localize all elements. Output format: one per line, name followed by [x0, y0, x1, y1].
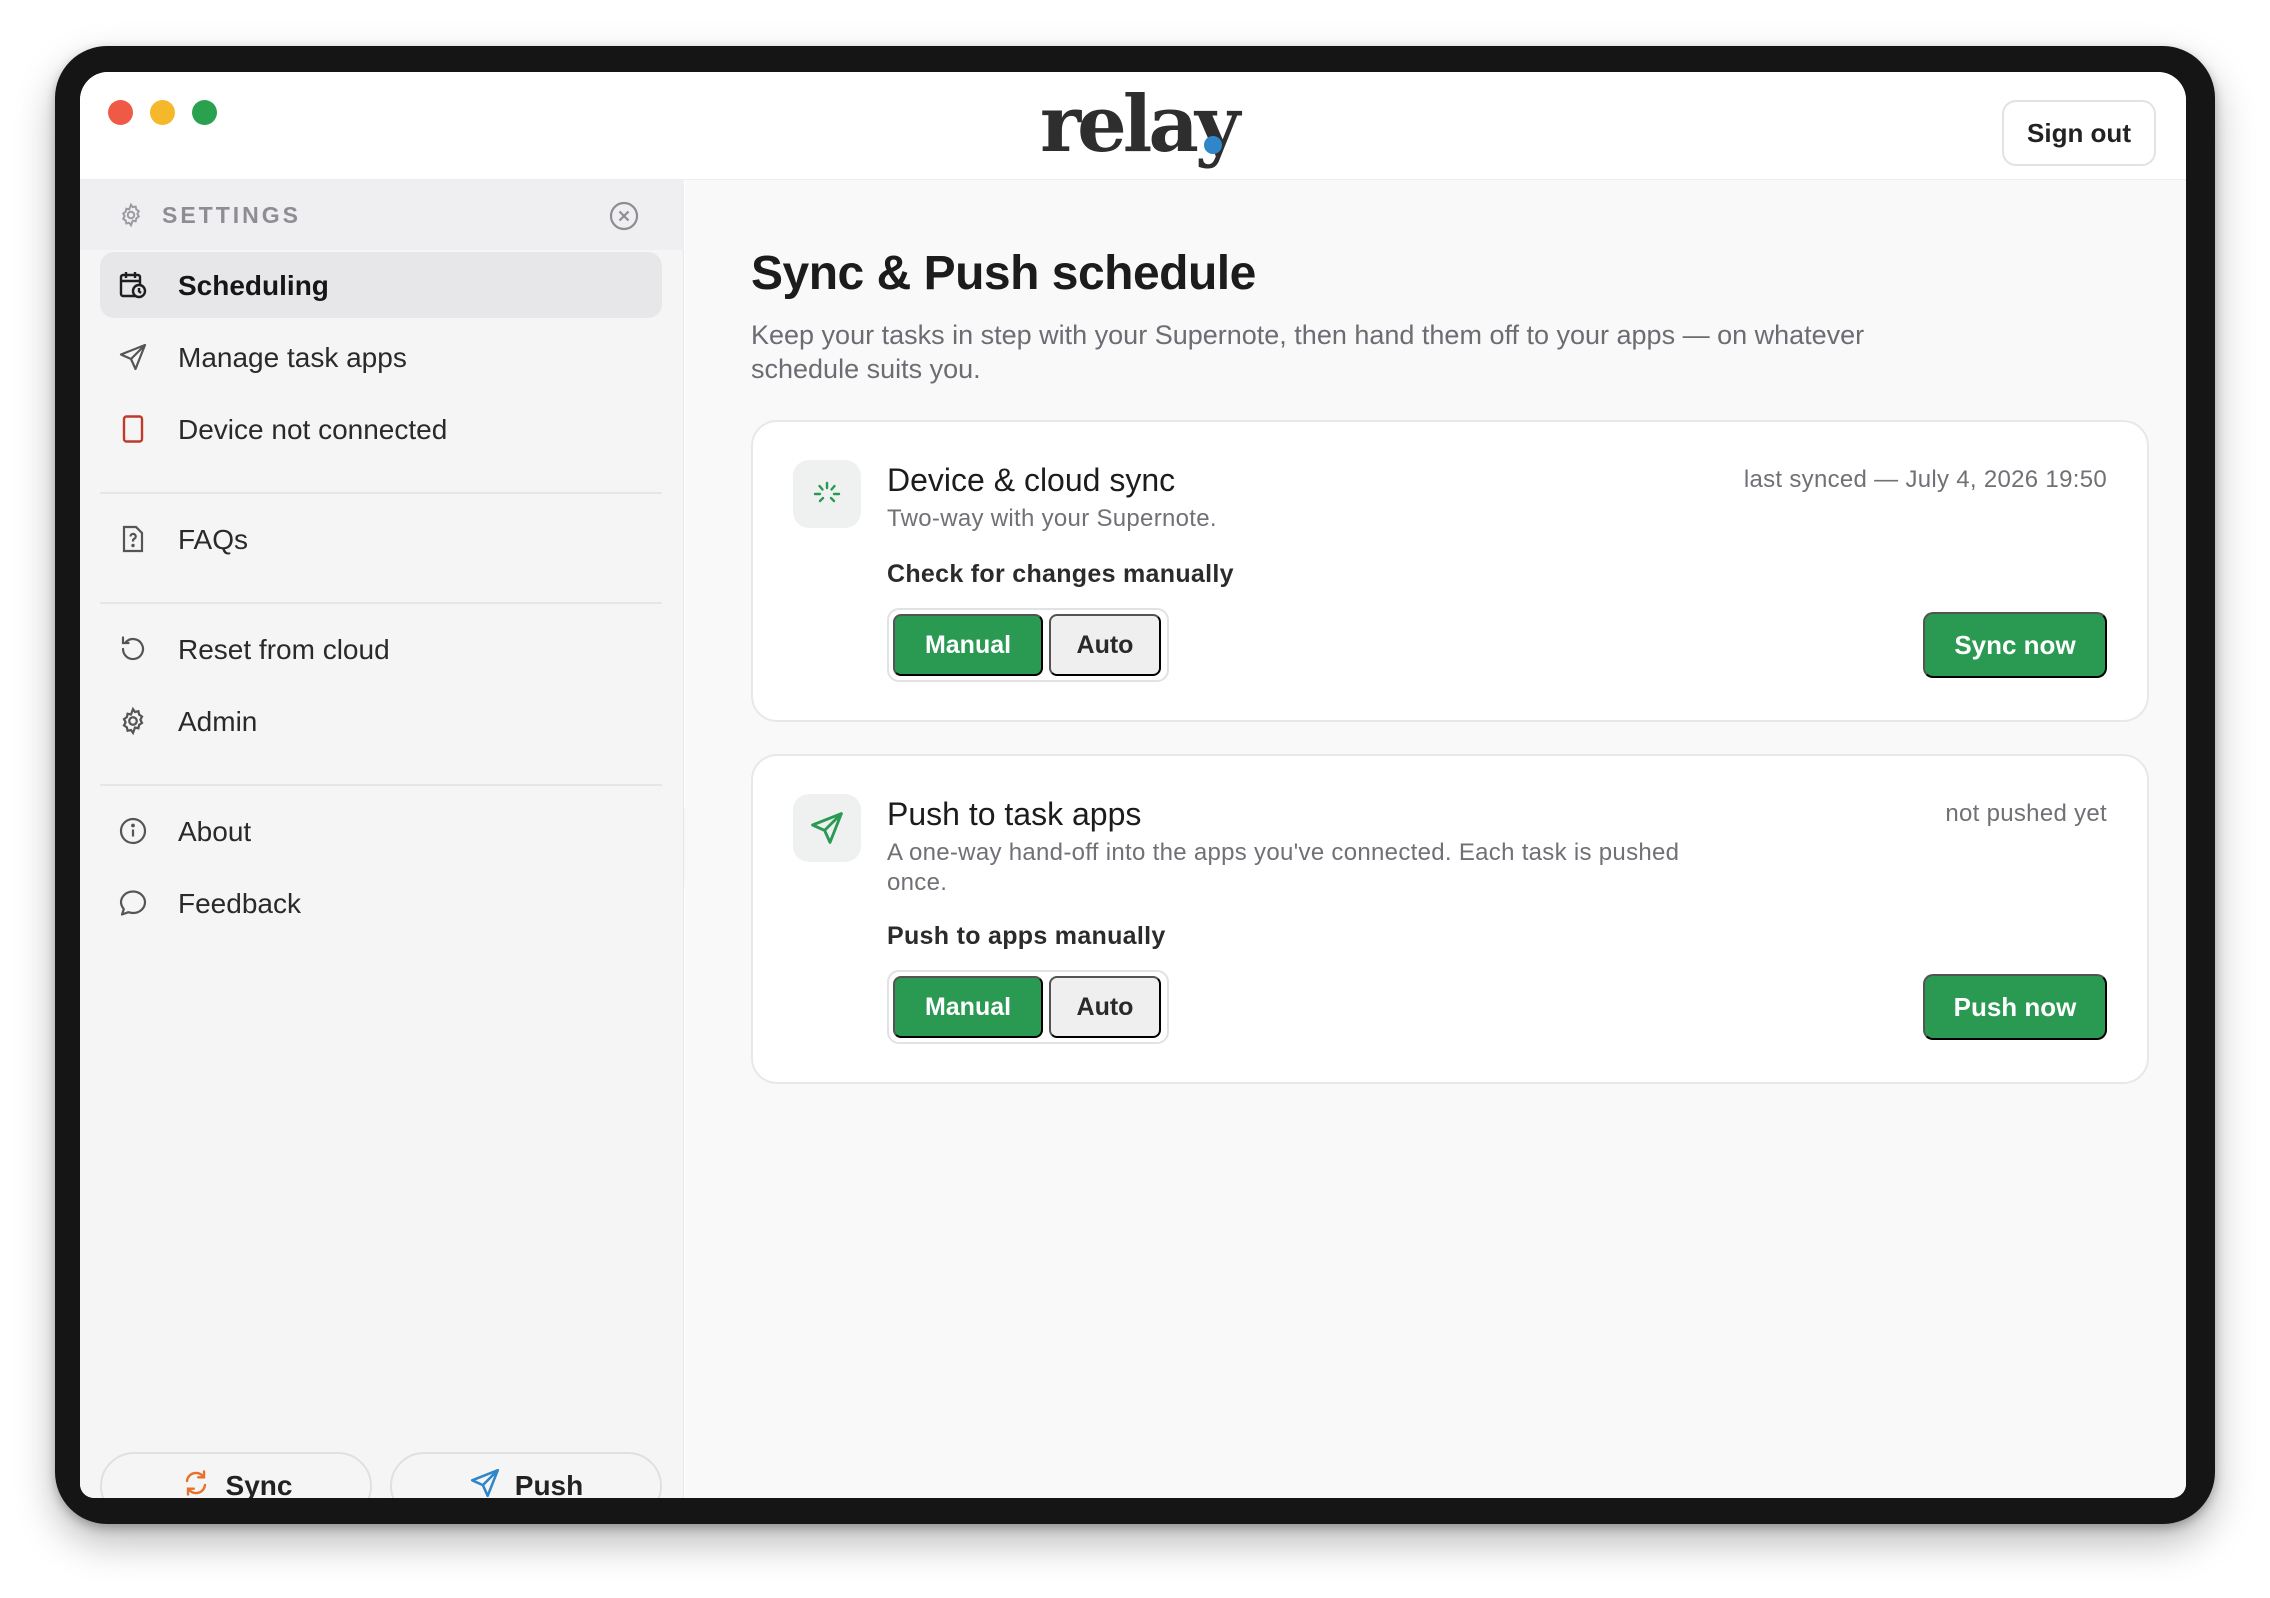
gear-icon: [118, 202, 144, 233]
page-title: Sync & Push schedule: [751, 247, 1256, 300]
sidebar-item-device-status[interactable]: Device not connected: [100, 396, 662, 462]
sidebar-item-manage-task-apps[interactable]: Manage task apps: [100, 324, 662, 390]
card-subtitle: Two-way with your Supernote.: [887, 505, 1217, 532]
sidebar-divider: [100, 602, 662, 604]
gear-icon: [118, 706, 148, 736]
tablet-icon: [118, 414, 148, 444]
card-title: Device & cloud sync: [887, 462, 1176, 498]
push-card: Push to task apps A one-way hand-off int…: [751, 754, 2149, 1084]
push-mode-manual[interactable]: Manual: [893, 976, 1043, 1038]
push-mode-toggle: Manual Auto: [887, 970, 1169, 1044]
sidebar-item-label: Device not connected: [178, 414, 448, 445]
sidebar-item-label: FAQs: [178, 524, 249, 555]
sidebar-item-faqs[interactable]: FAQs: [100, 506, 662, 572]
push-now-button[interactable]: Push now: [1923, 974, 2107, 1040]
sidebar-item-feedback[interactable]: Feedback: [100, 870, 662, 936]
logo-dot: [1204, 136, 1222, 154]
close-settings-icon[interactable]: [608, 200, 640, 237]
sidebar-item-label: Admin: [178, 706, 258, 737]
sidebar-item-label: Scheduling: [178, 270, 329, 301]
sidebar-divider: [100, 492, 662, 494]
calendar-clock-icon: [118, 270, 148, 300]
sidebar-divider: [100, 784, 662, 786]
sidebar-item-reset-from-cloud[interactable]: Reset from cloud: [100, 616, 662, 682]
zoom-window-button[interactable]: [192, 100, 217, 125]
sidebar-header: SETTINGS: [80, 180, 684, 250]
sidebar-title: SETTINGS: [162, 202, 302, 228]
mode-label: Check for changes manually: [887, 560, 1234, 588]
app-window: relay Sign out SETTINGS Scheduling Manag…: [80, 72, 2186, 1498]
sidebar-item-label: Reset from cloud: [178, 634, 390, 665]
push-status: not pushed yet: [1945, 800, 2107, 827]
main-content: Sync & Push schedule Keep your tasks in …: [685, 180, 2186, 1498]
sidebar-item-scheduling[interactable]: Scheduling: [100, 252, 662, 318]
sidebar-item-label: Feedback: [178, 888, 301, 919]
chat-bubble-icon: [118, 888, 148, 918]
info-icon: [118, 816, 148, 846]
last-synced-status: last synced — July 4, 2026 19:50: [1743, 466, 2107, 493]
sync-button-label: Sync: [225, 1470, 293, 1498]
push-button[interactable]: Push: [390, 1452, 662, 1498]
settings-sidebar: SETTINGS Scheduling Manage task apps Dev…: [80, 180, 684, 1498]
sidebar-item-about[interactable]: About: [100, 798, 662, 864]
card-subtitle: A one-way hand-off into the apps you've …: [887, 839, 1680, 896]
sidebar-item-admin[interactable]: Admin: [100, 688, 662, 754]
sidebar-item-label: Manage task apps: [178, 342, 407, 373]
push-button-label: Push: [514, 1470, 584, 1498]
sign-out-button[interactable]: Sign out: [2002, 100, 2156, 166]
sync-mode-manual[interactable]: Manual: [893, 614, 1043, 676]
mode-label: Push to apps manually: [887, 922, 1166, 950]
sync-mode-toggle: Manual Auto: [887, 608, 1169, 682]
send-icon: [118, 342, 148, 372]
question-doc-icon: [118, 524, 148, 554]
sync-mode-auto[interactable]: Auto: [1049, 614, 1161, 676]
card-title: Push to task apps: [887, 796, 1142, 832]
minimize-window-button[interactable]: [150, 100, 175, 125]
sidebar-item-label: About: [178, 816, 252, 847]
sync-now-button[interactable]: Sync now: [1923, 612, 2107, 678]
push-mode-auto[interactable]: Auto: [1049, 976, 1161, 1038]
sync-card: Device & cloud sync Two-way with your Su…: [751, 420, 2149, 722]
page-subtitle: Keep your tasks in step with your Supern…: [751, 320, 1865, 384]
close-window-button[interactable]: [108, 100, 133, 125]
sync-button[interactable]: Sync: [100, 1452, 372, 1498]
sync-activity-icon: [793, 460, 861, 528]
send-icon: [469, 1467, 501, 1499]
sync-icon: [180, 1467, 212, 1499]
title-bar: relay Sign out: [80, 72, 2186, 180]
send-icon: [793, 794, 861, 862]
rotate-ccw-icon: [118, 634, 148, 664]
